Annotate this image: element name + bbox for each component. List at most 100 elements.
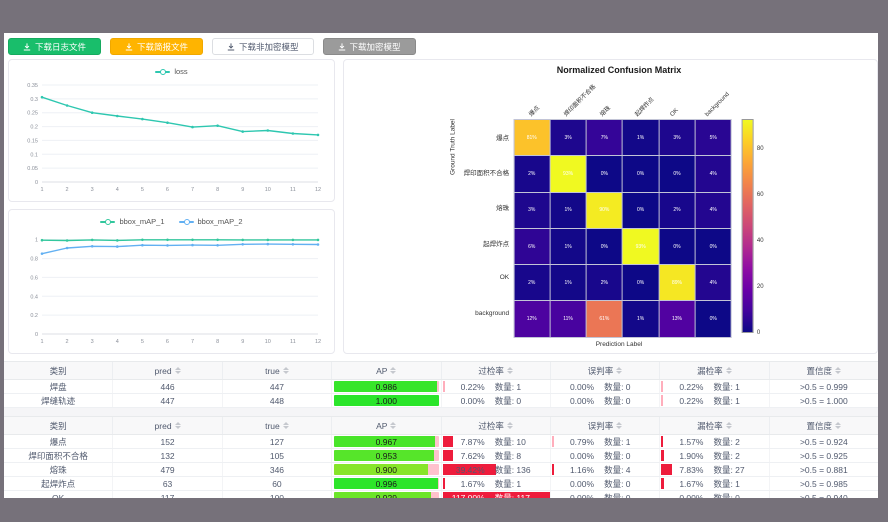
legend-label: bbox_mAP_1 — [119, 217, 164, 226]
colorbar-tick-label: 40 — [757, 238, 764, 244]
svg-text:11: 11 — [290, 339, 296, 345]
download-log-button[interactable]: 下载日志文件 — [8, 38, 101, 55]
svg-text:0.05: 0.05 — [27, 166, 38, 172]
svg-text:9: 9 — [241, 187, 244, 193]
cm-cell: 7% — [587, 120, 622, 155]
rate-percent: 7.87% — [445, 437, 485, 447]
pred-cell: 117 — [113, 491, 222, 498]
label-cell: 焊缝轨迹 — [4, 394, 113, 407]
cm-cell: 2% — [659, 193, 694, 228]
rate-count: 数量: 1 — [495, 381, 547, 393]
cm-cell: 0% — [696, 301, 731, 336]
ap-cell: 0.996 — [332, 477, 441, 490]
column-header-text: 误判率 — [588, 365, 614, 377]
cm-cell: 3% — [514, 193, 549, 228]
cm-cell: 3% — [659, 120, 694, 155]
legend-item-bbox-map-2[interactable]: bbox_mAP_2 — [179, 217, 243, 226]
download-encrypted-model-label: 下载加密模型 — [350, 41, 401, 53]
rate-percent: 0.79% — [554, 437, 594, 447]
sort-icon[interactable] — [507, 367, 513, 374]
svg-text:9: 9 — [241, 339, 244, 345]
svg-text:7: 7 — [191, 187, 194, 193]
cm-cell: 1% — [623, 301, 658, 336]
column-header-1[interactable]: pred — [113, 362, 222, 379]
line-series-icon — [155, 71, 170, 73]
cm-cell: 3% — [550, 120, 585, 155]
rate-cell: 0.00%数量: 0 — [442, 394, 551, 407]
column-header-3[interactable]: AP — [332, 362, 441, 379]
sort-icon[interactable] — [616, 422, 622, 429]
column-header-text: 置信度 — [807, 420, 833, 432]
sort-icon[interactable] — [835, 367, 841, 374]
true-cell: 447 — [223, 380, 332, 393]
label-cell: OK — [4, 491, 113, 498]
map-chart-panel: bbox_mAP_1 bbox_mAP_2 00.20.40.60.811234… — [8, 209, 335, 354]
legend-item-bbox-map-1[interactable]: bbox_mAP_1 — [100, 217, 164, 226]
sort-icon[interactable] — [616, 367, 622, 374]
download-unencrypted-model-button[interactable]: 下载非加密模型 — [212, 38, 314, 55]
rate-count: 数量: 0 — [713, 492, 765, 499]
loss-chart-legend: loss — [16, 64, 327, 79]
svg-text:12: 12 — [315, 187, 321, 193]
column-header-4[interactable]: 过检率 — [442, 417, 551, 434]
rate-count: 数量: 4 — [604, 464, 656, 476]
sort-icon[interactable] — [175, 367, 181, 374]
cm-cell: 1% — [550, 193, 585, 228]
pred-cell: 63 — [113, 477, 222, 490]
rate-percent: 0.00% — [445, 396, 485, 406]
sort-icon[interactable] — [283, 367, 289, 374]
rate-percent: 0.00% — [554, 396, 594, 406]
column-header-7[interactable]: 置信度 — [770, 362, 878, 379]
sort-icon[interactable] — [390, 367, 396, 374]
column-header-5[interactable]: 误判率 — [551, 362, 660, 379]
rate-cell: 0.00%数量: 0 — [551, 380, 660, 393]
table-row: 焊盘4464470.9860.22%数量: 10.00%数量: 00.22%数量… — [4, 380, 878, 394]
sort-icon[interactable] — [726, 422, 732, 429]
sort-icon[interactable] — [283, 422, 289, 429]
column-header-2[interactable]: true — [223, 362, 332, 379]
column-header-4[interactable]: 过检率 — [442, 362, 551, 379]
table-row: 起焊炸点63600.9961.67%数量: 10.00%数量: 01.67%数量… — [4, 477, 878, 491]
ap-cell: 0.986 — [332, 380, 441, 393]
legend-item-loss[interactable]: loss — [155, 67, 187, 76]
rate-cell: 0.22%数量: 1 — [660, 380, 769, 393]
column-header-5[interactable]: 误判率 — [551, 417, 660, 434]
table-gap — [4, 408, 878, 416]
cm-cell: 0% — [696, 229, 731, 264]
sort-icon[interactable] — [390, 422, 396, 429]
loss-line-chart: 00.050.10.150.20.250.30.3512345678910111… — [16, 79, 327, 195]
ap-value: 0.953 — [376, 451, 397, 461]
confusion-matrix-column-labels: 爆点焊印面积不合格熔珠起焊炸点OKbackground — [449, 75, 765, 119]
rate-cell: 1.67%数量: 1 — [442, 477, 551, 490]
column-header-text: pred — [155, 366, 172, 376]
confidence-cell: >0.5 = 0.940 — [770, 491, 878, 498]
true-cell: 60 — [223, 477, 332, 490]
rate-count: 数量: 2 — [713, 450, 765, 462]
cm-cell: 61% — [587, 301, 622, 336]
rate-cell: 7.83%数量: 27 — [660, 463, 769, 476]
download-encrypted-model-button[interactable]: 下载加密模型 — [323, 38, 416, 55]
ap-value: 0.900 — [376, 465, 397, 475]
column-header-2[interactable]: true — [223, 417, 332, 434]
cm-cell: 0% — [623, 265, 658, 300]
sort-icon[interactable] — [726, 367, 732, 374]
sort-icon[interactable] — [507, 422, 513, 429]
rate-percent: 0.00% — [554, 451, 594, 461]
cm-cell: 12% — [514, 301, 549, 336]
column-header-text: true — [265, 421, 280, 431]
sort-icon[interactable] — [835, 422, 841, 429]
sort-icon[interactable] — [175, 422, 181, 429]
download-report-button[interactable]: 下载简报文件 — [110, 38, 203, 55]
column-header-6[interactable]: 漏检率 — [660, 417, 769, 434]
cm-cell: 89% — [659, 265, 694, 300]
column-header-3[interactable]: AP — [332, 417, 441, 434]
column-header-6[interactable]: 漏检率 — [660, 362, 769, 379]
column-header-1[interactable]: pred — [113, 417, 222, 434]
confidence-cell: >0.5 = 0.985 — [770, 477, 878, 490]
column-header-7[interactable]: 置信度 — [770, 417, 878, 434]
table-row: OK1171000.929117.00%数量: 1170.00%数量: 00.0… — [4, 491, 878, 498]
loss-chart-panel: loss 00.050.10.150.20.250.30.35123456789… — [8, 59, 335, 202]
confidence-cell: >0.5 = 0.924 — [770, 435, 878, 448]
svg-text:0: 0 — [35, 180, 38, 186]
rate-cell: 7.62%数量: 8 — [442, 449, 551, 462]
